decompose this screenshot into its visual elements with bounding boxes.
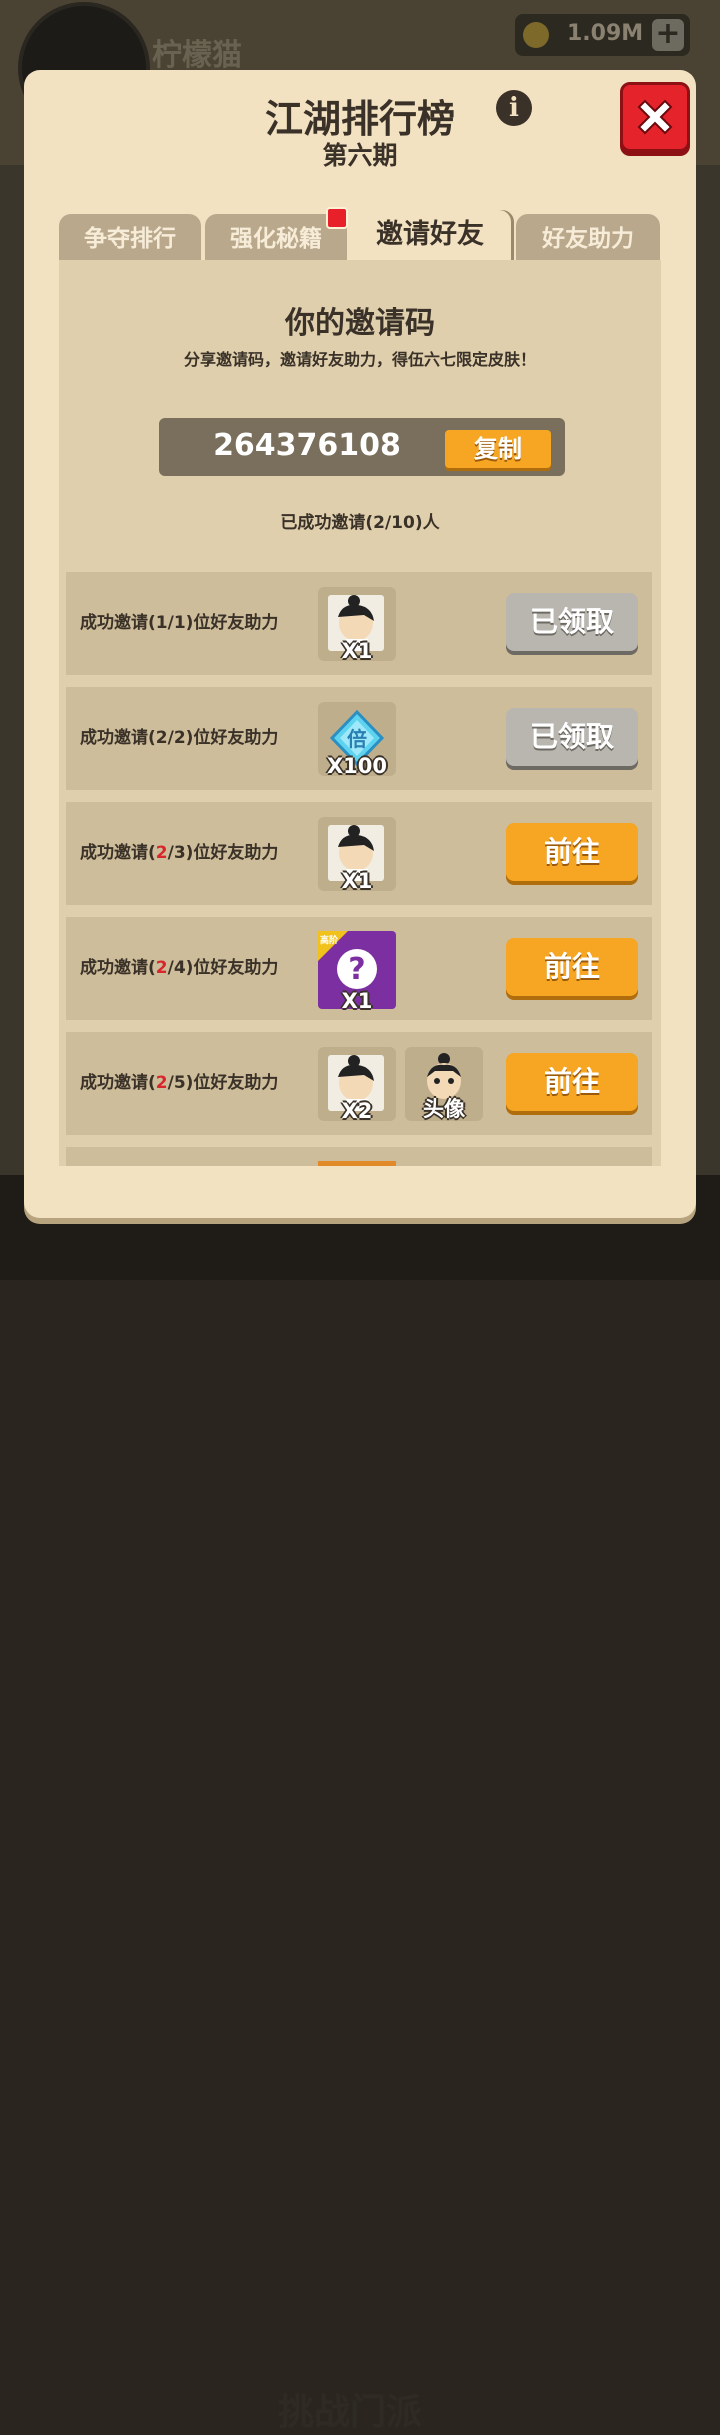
currency-value: 1.09M	[567, 21, 644, 46]
list-item: 成功邀请(1/1)位好友助力 X1 已领取	[66, 572, 652, 675]
row-label: 成功邀请(2/4)位好友助力	[80, 958, 279, 978]
reward-quantity: X1	[341, 869, 373, 893]
invite-panel: 你的邀请码 分享邀请码，邀请好友助力，得伍六七限定皮肤！ 264376108 复…	[59, 260, 661, 1166]
svg-text:?: ?	[348, 952, 365, 987]
go-button[interactable]: 前往	[506, 938, 638, 996]
reward-slot: X1	[318, 587, 396, 663]
reward-quantity: 头像	[423, 1097, 465, 1121]
row-label: 成功邀请(1/1)位好友助力	[80, 613, 279, 633]
row-label: 成功邀请(2/5)位好友助力	[80, 1073, 279, 1093]
reward-quantity: X100	[326, 754, 388, 778]
reward-slot: X2	[318, 1047, 396, 1123]
reward-quantity: X1	[341, 989, 373, 1013]
tab-compete-ranking[interactable]: 争夺排行	[59, 214, 201, 260]
reward-slot: X1	[318, 817, 396, 893]
list-item: 成功邀请(2/5)位好友助力 X2 头像 前往	[66, 1032, 652, 1135]
reward-slot: ? 高阶 X1	[318, 931, 396, 1013]
currency-display: 1.09M +	[515, 14, 690, 56]
reward-quantity: X1	[341, 639, 373, 663]
claimed-button[interactable]: 已领取	[506, 593, 638, 651]
row-label: 成功邀请(2/2)位好友助力	[80, 728, 279, 748]
reward-slot: 头像	[405, 1047, 483, 1121]
claimed-button[interactable]: 已领取	[506, 708, 638, 766]
invite-code: 264376108	[213, 428, 401, 463]
list-item	[66, 1147, 652, 1166]
row-label: 成功邀请(2/3)位好友助力	[80, 843, 279, 863]
rarity-tag: 高阶	[320, 936, 339, 946]
list-item: 成功邀请(2/2)位好友助力 倍 X100 已领取	[66, 687, 652, 790]
add-currency-icon: +	[652, 19, 684, 51]
reward-slot: 倍 X100	[318, 702, 396, 778]
dialog-subtitle: 第六期	[322, 141, 398, 170]
info-icon[interactable]: i	[496, 90, 532, 126]
list-item: 成功邀请(2/3)位好友助力 X1 前往	[66, 802, 652, 905]
close-button[interactable]	[620, 82, 690, 152]
copy-button[interactable]: 复制	[445, 430, 551, 468]
player-name: 柠檬猫	[152, 38, 242, 73]
reward-slot	[318, 1161, 396, 1166]
go-button[interactable]: 前往	[506, 1053, 638, 1111]
dialog-title: 江湖排行榜	[264, 97, 455, 141]
tab-invite-friends[interactable]: 邀请好友	[349, 210, 511, 260]
close-icon	[637, 99, 673, 135]
list-item: 成功邀请(2/4)位好友助力 ? 高阶 X1 前往	[66, 917, 652, 1020]
ranking-dialog: 江湖排行榜 第六期 i 争夺排行 强化秘籍 邀请好友 好友助力 你的邀请码 分享…	[24, 70, 696, 1218]
mystery-box-icon: ? 高阶 X1	[318, 931, 396, 1013]
bottom-label: 挑战门派	[278, 2392, 423, 2433]
reward-quantity: X2	[341, 1099, 373, 1123]
invite-description: 分享邀请码，邀请好友助力，得伍六七限定皮肤！	[183, 350, 536, 369]
go-button[interactable]: 前往	[506, 823, 638, 881]
invited-status: 已成功邀请(2/10)人	[280, 513, 440, 533]
svg-text:倍: 倍	[347, 727, 367, 751]
invite-code-box: 264376108 复制	[159, 418, 565, 476]
notification-badge	[326, 207, 348, 229]
invite-code-title: 你的邀请码	[285, 306, 435, 341]
tab-friend-assist[interactable]: 好友助力	[516, 214, 660, 260]
coin-icon	[523, 22, 549, 48]
